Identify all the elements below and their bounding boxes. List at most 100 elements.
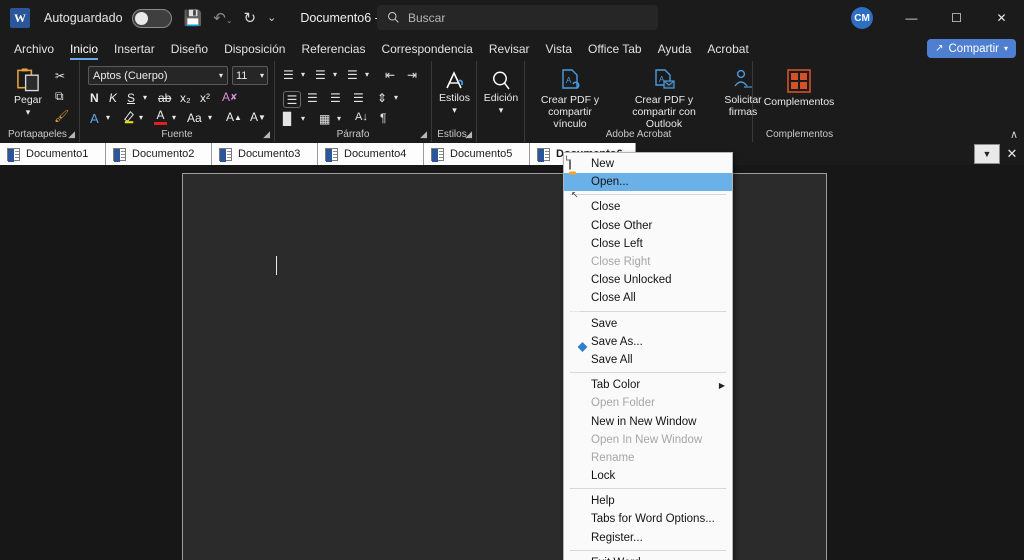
menu-item-close-left[interactable]: Close Left bbox=[564, 235, 732, 253]
menu-item-close-all[interactable]: Close All bbox=[564, 289, 732, 307]
show-marks-icon[interactable]: ¶ bbox=[380, 112, 386, 124]
ribbon-tab-inicio[interactable]: Inicio bbox=[62, 40, 106, 60]
font-dialog-launcher[interactable]: ◢ bbox=[263, 129, 270, 140]
shading-icon[interactable]: ▉ bbox=[283, 113, 292, 125]
ribbon-tab-acrobat[interactable]: Acrobat bbox=[699, 40, 756, 58]
maximize-button[interactable]: ☐ bbox=[934, 0, 979, 36]
menu-item-register[interactable]: Register... bbox=[564, 529, 732, 547]
increase-indent-icon[interactable]: ⇥ bbox=[407, 69, 417, 81]
superscript-button[interactable]: x² bbox=[200, 91, 210, 105]
text-effects-icon[interactable]: A bbox=[90, 111, 99, 126]
bold-button[interactable]: N bbox=[90, 91, 99, 105]
office-tab-documento2[interactable]: Documento2 bbox=[106, 143, 212, 165]
create-pdf-outlook-button[interactable]: A Crear PDF y compartir con Outlook bbox=[613, 68, 715, 130]
menu-item-save-as[interactable]: Save As... bbox=[564, 333, 732, 352]
undo-icon[interactable]: ↶⌄ bbox=[213, 11, 232, 26]
ribbon-tab-diseno[interactable]: Diseño bbox=[163, 40, 216, 58]
ribbon-tab-vista[interactable]: Vista bbox=[538, 40, 580, 58]
menu-item-lock[interactable]: Lock bbox=[564, 467, 732, 485]
justify-icon[interactable]: ☰ bbox=[353, 92, 364, 104]
tab-list-dropdown-button[interactable]: ▼ bbox=[974, 144, 1000, 164]
decrease-indent-icon[interactable]: ⇤ bbox=[385, 69, 395, 81]
minimize-button[interactable]: — bbox=[889, 0, 934, 36]
chevron-down-icon[interactable]: ▾ bbox=[172, 113, 176, 122]
menu-item-new[interactable]: New bbox=[564, 155, 732, 173]
shrink-font-icon[interactable]: A ▼ bbox=[250, 110, 266, 124]
chevron-down-icon[interactable]: ▾ bbox=[301, 115, 305, 123]
chevron-down-icon[interactable]: ▾ bbox=[452, 105, 457, 115]
font-name-select[interactable]: Aptos (Cuerpo) ▾ bbox=[88, 66, 228, 85]
chevron-down-icon[interactable]: ▾ bbox=[208, 113, 212, 122]
borders-icon[interactable]: ▦ bbox=[319, 113, 330, 125]
sort-icon[interactable]: A↓ bbox=[355, 112, 368, 123]
ribbon-tab-ayuda[interactable]: Ayuda bbox=[650, 40, 700, 58]
chevron-down-icon[interactable]: ▾ bbox=[301, 71, 305, 79]
ribbon-tab-revisar[interactable]: Revisar bbox=[481, 40, 538, 58]
menu-item-close[interactable]: Close bbox=[564, 198, 732, 216]
ribbon-tab-referencias[interactable]: Referencias bbox=[293, 40, 373, 58]
customize-qat-icon[interactable]: ⌄ bbox=[267, 12, 276, 24]
ribbon-tab-disposicion[interactable]: Disposición bbox=[216, 40, 293, 58]
ribbon-tab-archivo[interactable]: Archivo bbox=[6, 40, 62, 58]
share-button[interactable]: ↗ Compartir ▾ bbox=[927, 39, 1016, 58]
office-tab-documento5[interactable]: Documento5 bbox=[424, 143, 530, 165]
editing-button[interactable]: Edición ▾ bbox=[481, 69, 521, 115]
collapse-ribbon-icon[interactable]: ∧ bbox=[1010, 128, 1018, 141]
autosave-toggle[interactable] bbox=[131, 8, 172, 28]
paste-button[interactable]: Pegar ▾ bbox=[8, 67, 48, 117]
paragraph-dialog-launcher[interactable]: ◢ bbox=[420, 129, 427, 140]
redo-icon[interactable]: ↻ bbox=[244, 11, 257, 26]
clipboard-dialog-launcher[interactable]: ◢ bbox=[68, 129, 75, 140]
align-center-icon[interactable]: ☰ bbox=[307, 92, 318, 104]
chevron-down-icon[interactable]: ▾ bbox=[337, 115, 341, 123]
multilevel-list-icon[interactable]: ☰ bbox=[347, 69, 358, 81]
office-tab-documento3[interactable]: Documento3 bbox=[212, 143, 318, 165]
chevron-down-icon[interactable]: ▾ bbox=[139, 113, 143, 122]
grow-font-icon[interactable]: A ▲ bbox=[226, 110, 242, 124]
line-spacing-icon[interactable]: ⇕ bbox=[377, 92, 387, 104]
strikethrough-button[interactable]: ab bbox=[158, 91, 171, 105]
subscript-button[interactable]: x₂ bbox=[180, 91, 191, 105]
chevron-down-icon[interactable]: ▾ bbox=[333, 71, 337, 79]
menu-item-help[interactable]: Help bbox=[564, 492, 732, 510]
chevron-down-icon[interactable]: ▾ bbox=[394, 94, 398, 102]
underline-button[interactable]: S bbox=[127, 91, 135, 105]
menu-item-close-other[interactable]: Close Other bbox=[564, 217, 732, 235]
menu-item-exit-word[interactable]: Exit Word bbox=[564, 554, 732, 560]
format-painter-icon[interactable]: 🖌 bbox=[54, 110, 69, 122]
cut-icon[interactable]: ✂ bbox=[55, 70, 65, 82]
font-size-select[interactable]: 11 ▾ bbox=[232, 66, 268, 85]
ribbon-tab-office-tab[interactable]: Office Tab bbox=[580, 40, 650, 58]
menu-item-save[interactable]: Save bbox=[564, 315, 732, 333]
chevron-down-icon[interactable]: ▾ bbox=[365, 71, 369, 79]
bullet-list-icon[interactable]: ☰ bbox=[283, 69, 294, 81]
ribbon-tab-insertar[interactable]: Insertar bbox=[106, 40, 163, 58]
addins-button[interactable]: Complementos bbox=[764, 68, 834, 109]
copy-icon[interactable]: ⧉ bbox=[55, 90, 64, 102]
menu-item-close-unlocked[interactable]: Close Unlocked bbox=[564, 271, 732, 289]
close-button[interactable]: ✕ bbox=[979, 0, 1024, 36]
search-input[interactable]: Buscar bbox=[377, 5, 658, 30]
office-tab-documento1[interactable]: Documento1 bbox=[0, 143, 106, 165]
avatar[interactable]: CM bbox=[851, 7, 873, 29]
menu-item-tab-color[interactable]: Tab Color ▶ bbox=[564, 376, 732, 394]
styles-button[interactable]: Estilos ▾ bbox=[435, 69, 474, 115]
menu-item-save-all[interactable]: Save All bbox=[564, 351, 732, 369]
save-icon[interactable]: 💾 bbox=[184, 11, 203, 26]
tab-close-button[interactable]: ✕ bbox=[1000, 144, 1024, 164]
align-right-icon[interactable]: ☰ bbox=[330, 92, 341, 104]
ribbon-tab-correspondencia[interactable]: Correspondencia bbox=[373, 40, 480, 58]
menu-item-new-in-new-window[interactable]: New in New Window bbox=[564, 412, 732, 430]
italic-button[interactable]: K bbox=[109, 91, 117, 105]
chevron-down-icon[interactable]: ▾ bbox=[106, 113, 110, 122]
change-case-button[interactable]: Aa bbox=[187, 111, 202, 125]
align-left-icon[interactable]: ☰ bbox=[283, 91, 301, 108]
chevron-down-icon[interactable]: ▾ bbox=[143, 93, 147, 102]
menu-item-open[interactable]: Open... bbox=[564, 173, 732, 192]
styles-dialog-launcher[interactable]: ◢ bbox=[465, 129, 472, 140]
menu-item-tabs-for-word-options[interactable]: Tabs for Word Options... bbox=[564, 510, 732, 528]
create-pdf-share-link-button[interactable]: A Crear PDF y compartir vínculo bbox=[531, 68, 609, 130]
numbered-list-icon[interactable]: ☰ bbox=[315, 69, 326, 81]
chevron-down-icon[interactable]: ▾ bbox=[26, 107, 31, 117]
chevron-down-icon[interactable]: ▾ bbox=[499, 105, 504, 115]
